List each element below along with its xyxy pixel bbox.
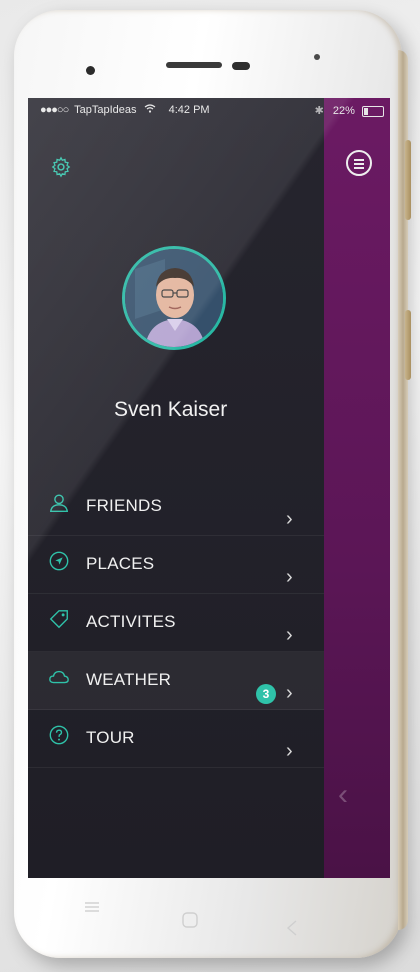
battery-percent: 22% xyxy=(332,105,355,117)
location-arrow-icon xyxy=(48,550,70,572)
notification-badge: 3 xyxy=(256,684,276,704)
menu-item-places[interactable]: PLACES › xyxy=(28,536,324,594)
menu-label-friends: FRIENDS xyxy=(86,496,163,515)
menu-label-weather: WEATHER xyxy=(86,670,172,689)
earpiece-speaker xyxy=(166,62,222,68)
status-time: 4:42 PM xyxy=(168,104,210,116)
cloud-icon xyxy=(48,666,70,688)
power-button xyxy=(405,310,411,380)
chevron-right-icon: › xyxy=(286,508,293,530)
front-camera xyxy=(86,66,95,75)
question-icon xyxy=(48,724,70,746)
signal-strength: ●●●○○ xyxy=(40,104,69,116)
chevron-right-icon: › xyxy=(286,624,293,646)
menu-spacer xyxy=(28,768,324,825)
chevron-right-icon: › xyxy=(286,682,293,704)
back-chevron-icon: ‹ xyxy=(338,778,348,811)
menu-item-friends[interactable]: FRIENDS › xyxy=(28,478,324,536)
proximity-sensor xyxy=(232,62,250,70)
menu-item-weather[interactable]: WEATHER 3 › xyxy=(28,652,324,710)
chevron-right-icon: › xyxy=(286,566,293,588)
battery-level xyxy=(364,107,369,115)
menu-key-icon[interactable] xyxy=(84,900,100,918)
app-screen: ●●●○○ TapTapIdeas 4:42 PM ✱ 22% Sven Kai… xyxy=(28,98,390,878)
carrier-name: TapTapIdeas xyxy=(74,104,137,116)
light-sensor xyxy=(314,54,320,60)
status-bar: ●●●○○ TapTapIdeas 4:42 PM ✱ 22% xyxy=(28,98,390,122)
menu-item-tour[interactable]: TOUR › xyxy=(28,710,324,768)
gear-icon[interactable] xyxy=(50,156,72,178)
menu-list: FRIENDS › PLACES › ACTIVITES › WEATHER 3… xyxy=(28,478,324,825)
menu-label-places: PLACES xyxy=(86,554,155,573)
user-name: Sven Kaiser xyxy=(114,398,228,421)
home-key-icon[interactable] xyxy=(182,912,198,933)
wifi-icon xyxy=(144,104,159,116)
phone-device: ●●●○○ TapTapIdeas 4:42 PM ✱ 22% Sven Kai… xyxy=(14,10,411,958)
bluetooth-icon: ✱ xyxy=(314,105,324,117)
menu-label-tour: TOUR xyxy=(86,728,135,747)
hardware-nav-keys xyxy=(14,890,402,936)
battery-icon xyxy=(362,105,384,117)
menu-item-activites[interactable]: ACTIVITES › xyxy=(28,594,324,652)
user-avatar xyxy=(125,249,223,347)
volume-button xyxy=(405,140,411,220)
content-panel-peek[interactable] xyxy=(324,98,390,878)
user-icon xyxy=(48,492,70,514)
avatar[interactable] xyxy=(122,246,226,350)
menu-label-activites: ACTIVITES xyxy=(86,612,176,631)
back-key-icon[interactable] xyxy=(286,920,298,941)
tag-icon xyxy=(48,608,70,630)
hamburger-icon[interactable] xyxy=(346,150,372,176)
chevron-right-icon: › xyxy=(286,740,293,762)
